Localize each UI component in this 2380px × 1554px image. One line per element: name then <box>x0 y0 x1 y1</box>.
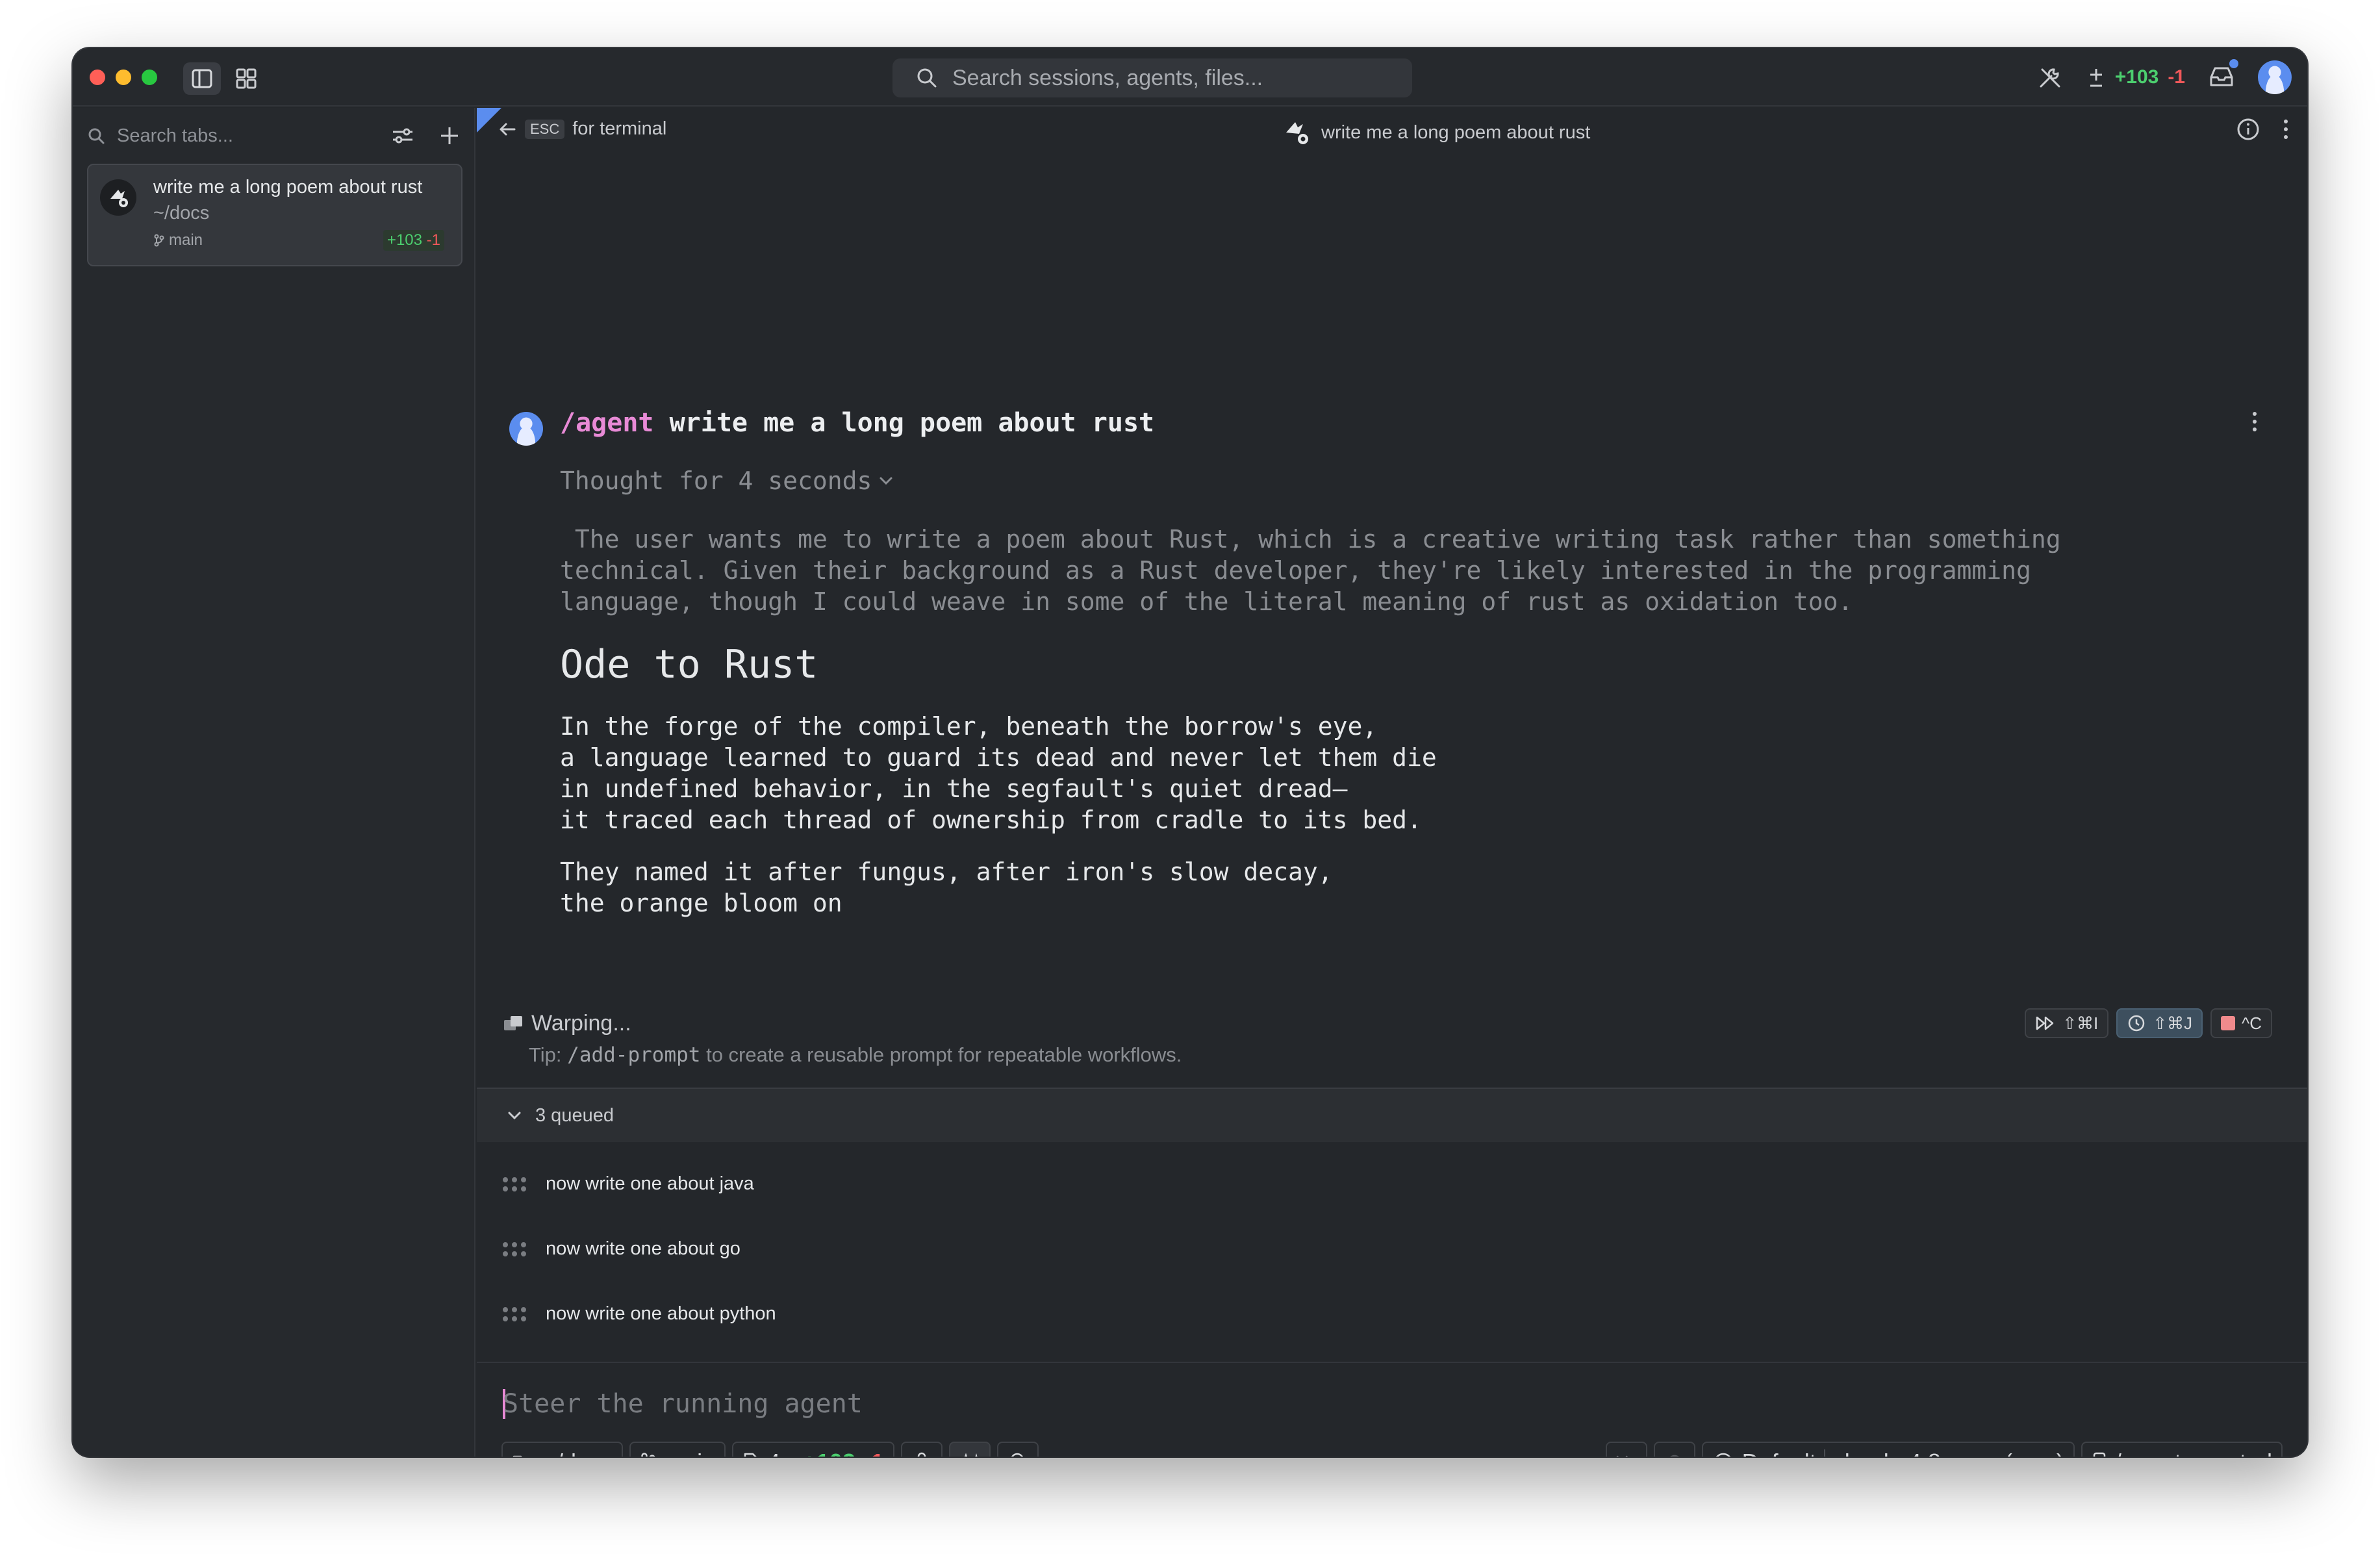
queue-item[interactable]: now write one about java <box>503 1173 754 1195</box>
more-vertical-icon[interactable] <box>2283 118 2289 140</box>
esc-key: ESC <box>525 119 565 139</box>
tools-icon[interactable] <box>2037 64 2063 90</box>
reasoning-text: The user wants me to write a poem about … <box>560 525 2061 616</box>
queue-item[interactable]: now write one about python <box>503 1303 776 1325</box>
main-pane: ESC for terminal write me a long poem ab… <box>477 108 2307 1457</box>
microphone-icon <box>917 1452 926 1457</box>
fast-forward-toggle[interactable] <box>1605 1442 1647 1457</box>
message-more-icon[interactable] <box>2251 411 2258 433</box>
poem-title: Ode to Rust <box>560 642 818 687</box>
session-header: write me a long poem about rust <box>1282 118 1590 147</box>
git-branch-icon <box>154 234 164 247</box>
back-to-terminal[interactable]: ESC for terminal <box>498 118 666 140</box>
agent-icon <box>1286 122 1308 144</box>
tab-search-input[interactable]: Search tabs... <box>117 125 233 147</box>
title-bar: Search sessions, agents, files... +103 -… <box>73 48 2307 107</box>
user-avatar[interactable] <box>2258 60 2292 94</box>
agent-input[interactable]: Steer the running agent <box>503 1389 863 1419</box>
plus-minus-icon <box>2090 69 2102 87</box>
background-button[interactable]: ⇧⌘J <box>2116 1008 2203 1038</box>
close-window-button[interactable] <box>90 70 105 85</box>
stop-button[interactable]: ^C <box>2210 1008 2272 1038</box>
drag-handle-icon[interactable] <box>503 1242 526 1256</box>
session-tab[interactable]: write me a long poem about rust ~/docs m… <box>87 164 462 266</box>
model-selector[interactable]: Default claude 4.8 opus (max) <box>1701 1442 2075 1457</box>
arrow-left-icon <box>500 123 516 135</box>
tab-diff-stat: +103 -1 <box>383 230 444 251</box>
tip-command: /add-prompt <box>567 1043 701 1067</box>
queue-toggle[interactable]: 3 queued <box>477 1088 2307 1142</box>
maximize-window-button[interactable] <box>142 70 157 85</box>
cloud-upload-icon <box>1011 1453 1023 1457</box>
notification-dot <box>2229 58 2238 68</box>
minimize-window-button[interactable] <box>116 70 131 85</box>
info-icon[interactable] <box>2236 117 2260 142</box>
file-icon <box>744 1453 757 1457</box>
back-label: for terminal <box>572 118 667 139</box>
chevron-down-icon <box>508 1112 521 1120</box>
changes-chip[interactable]: 4 • +103 -1 <box>732 1442 894 1457</box>
auto-mode-button[interactable] <box>948 1442 991 1457</box>
agent-icon <box>100 179 136 216</box>
folder-icon <box>513 1455 522 1457</box>
stop-icon <box>2221 1016 2236 1030</box>
search-icon <box>88 128 105 144</box>
agent-status: Warping... <box>503 1011 631 1036</box>
profile-name: Default <box>1742 1449 1816 1457</box>
voice-input-button[interactable] <box>900 1442 943 1457</box>
status-label: Warping... <box>531 1011 631 1036</box>
grid-icon <box>236 68 257 89</box>
model-name: claude 4.8 opus (max) <box>1833 1449 2064 1457</box>
remote-control-button[interactable]: /remote-control <box>2081 1442 2283 1457</box>
prompt-command: /agent <box>560 408 654 438</box>
sparkle-a-icon <box>964 1453 978 1457</box>
user-prompt: /agent write me a long poem about rust <box>560 408 1154 438</box>
search-icon <box>917 68 937 88</box>
warp-icon <box>504 1015 522 1030</box>
sidebar-icon <box>192 69 212 88</box>
inbox-button[interactable] <box>2209 58 2238 91</box>
fast-forward-icon <box>2036 1016 2054 1030</box>
diff-deletions: -1 <box>2168 66 2185 88</box>
tab-search: Search tabs... <box>87 120 460 152</box>
drag-handle-icon[interactable] <box>503 1177 526 1191</box>
fast-forward-button[interactable]: ⇧⌘I <box>2025 1008 2109 1038</box>
tab-title: write me a long poem about rust <box>153 177 423 197</box>
tab-branch: main <box>153 231 203 249</box>
diff-additions: +103 <box>2114 66 2159 88</box>
session-title: write me a long poem about rust <box>1321 121 1591 143</box>
thought-toggle[interactable]: Thought for 4 seconds <box>560 466 895 495</box>
new-tab-icon[interactable] <box>439 125 460 146</box>
phone-icon <box>2093 1452 2106 1457</box>
sidebar: Search tabs... write me a long poem abou… <box>73 108 475 1457</box>
chevron-down-icon <box>880 477 892 485</box>
grid-view-button[interactable] <box>227 62 265 95</box>
global-search-placeholder: Search sessions, agents, files... <box>952 65 1263 90</box>
branch-chip[interactable]: main <box>629 1442 726 1457</box>
app-window: Search sessions, agents, files... +103 -… <box>73 48 2307 1457</box>
queue-count: 3 queued <box>535 1104 614 1126</box>
directory-chip[interactable]: ~/docs <box>501 1442 624 1457</box>
queue-item[interactable]: now write one about go <box>503 1238 741 1260</box>
global-search[interactable]: Search sessions, agents, files... <box>892 58 1412 97</box>
circle-icon <box>1669 1455 1679 1457</box>
composer: Steer the running agent ~/docs main 4 • … <box>477 1362 2307 1457</box>
drag-handle-icon[interactable] <box>503 1306 526 1321</box>
tip-text: Tip: /add-prompt to create a reusable pr… <box>529 1043 1182 1067</box>
diff-stat[interactable]: +103 -1 <box>2086 66 2185 88</box>
git-branch-icon <box>641 1453 655 1457</box>
circle-toggle[interactable] <box>1653 1442 1695 1457</box>
message-user-avatar <box>509 412 543 446</box>
prompt-text: write me a long poem about rust <box>669 408 1155 438</box>
filter-icon[interactable] <box>391 126 414 146</box>
tab-directory: ~/docs <box>153 203 210 223</box>
clock-icon <box>2128 1015 2145 1032</box>
poem-stanza: They named it after fungus, after iron's… <box>560 858 1333 917</box>
agent-profile-icon <box>1715 1453 1730 1457</box>
share-button[interactable] <box>996 1442 1039 1457</box>
toggle-sidebar-button[interactable] <box>183 62 221 95</box>
inbox-icon <box>2210 67 2233 86</box>
poem-stanza: In the forge of the compiler, beneath th… <box>560 712 1437 834</box>
fast-forward-icon <box>1616 1455 1628 1457</box>
